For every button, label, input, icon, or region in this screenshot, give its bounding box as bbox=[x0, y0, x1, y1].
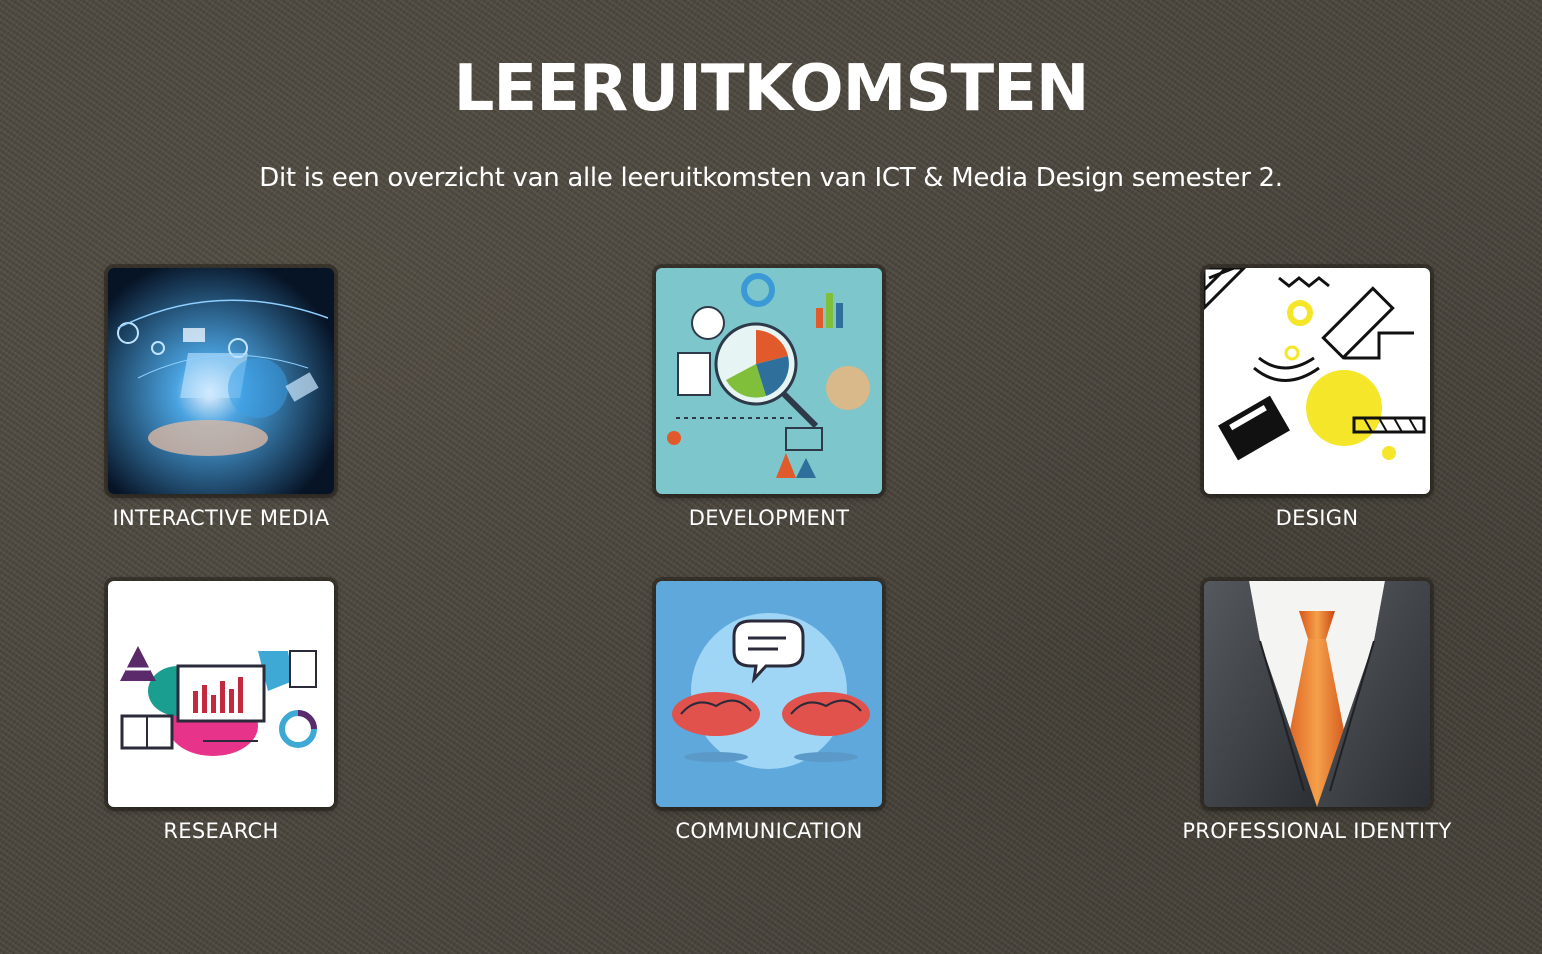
card-communication[interactable]: COMMUNICATION bbox=[604, 581, 934, 843]
card-professional-identity[interactable]: PROFESSIONAL IDENTITY bbox=[1152, 581, 1482, 843]
interactive-media-illustration bbox=[108, 268, 334, 494]
communication-illustration bbox=[656, 581, 882, 807]
professional-identity-illustration bbox=[1204, 581, 1430, 807]
development-illustration bbox=[656, 268, 882, 494]
card-label: COMMUNICATION bbox=[675, 819, 863, 843]
card-label: RESEARCH bbox=[163, 819, 279, 843]
card-label: DEVELOPMENT bbox=[688, 506, 850, 530]
card-label: INTERACTIVE MEDIA bbox=[112, 506, 330, 530]
page-title: LEERUITKOMSTEN bbox=[453, 52, 1090, 126]
design-illustration bbox=[1204, 268, 1430, 494]
card-development[interactable]: DEVELOPMENT bbox=[604, 268, 934, 530]
research-illustration bbox=[108, 581, 334, 807]
page-subtitle: Dit is een overzicht van alle leeruitkom… bbox=[259, 163, 1283, 193]
card-label: PROFESSIONAL IDENTITY bbox=[1182, 819, 1452, 843]
card-interactive-media[interactable]: INTERACTIVE MEDIA bbox=[56, 268, 386, 530]
card-design[interactable]: DESIGN bbox=[1152, 268, 1482, 530]
card-research[interactable]: RESEARCH bbox=[56, 581, 386, 843]
card-label: DESIGN bbox=[1275, 506, 1359, 530]
